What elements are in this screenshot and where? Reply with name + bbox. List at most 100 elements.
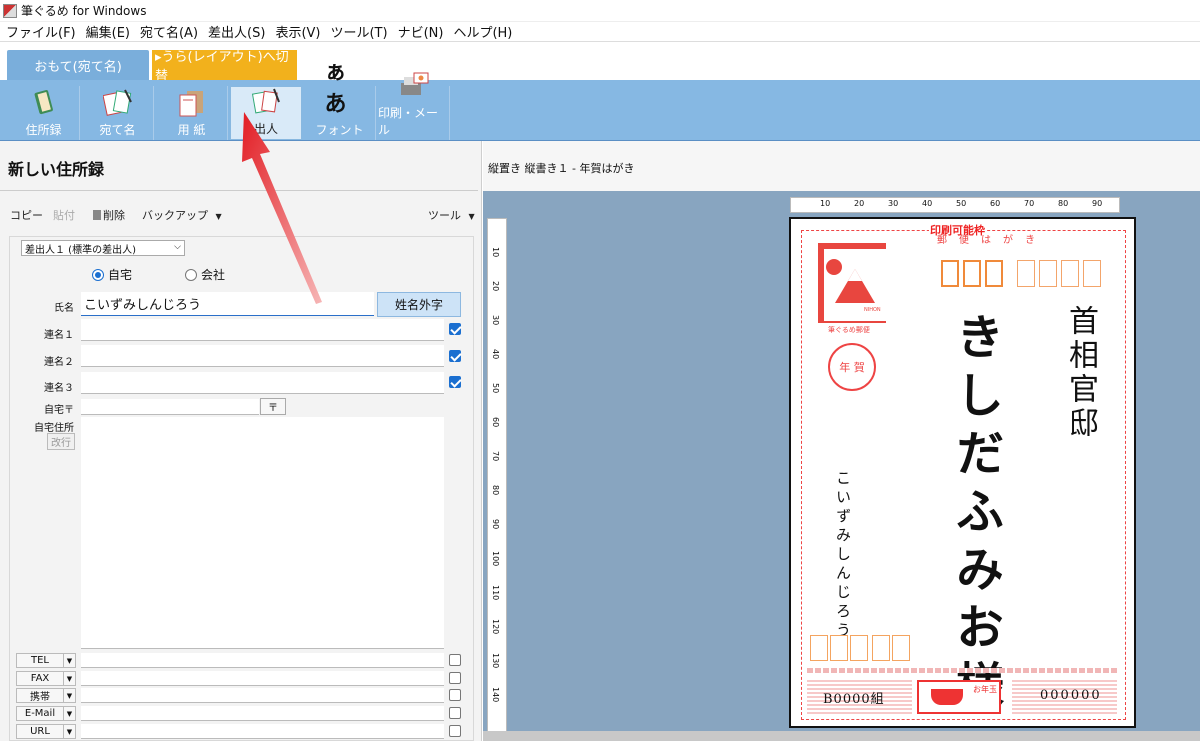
menu-address[interactable]: 宛て名(A) xyxy=(140,22,198,41)
address-label: 自宅住所 xyxy=(34,423,74,434)
toolbar-label: 印刷・メール xyxy=(378,106,439,137)
contact-type-mobile[interactable]: 携帯 ▼ xyxy=(16,688,76,703)
contact-email-input[interactable] xyxy=(81,706,444,721)
chevron-down-icon: ▼ xyxy=(63,689,75,702)
ruler-tick: 50 xyxy=(491,383,500,394)
zip-lookup-button[interactable]: 〒 xyxy=(260,398,286,415)
joint-name-1-input[interactable] xyxy=(81,319,444,341)
ruler-tick: 10 xyxy=(491,247,500,258)
lottery-area: B0000組 お年玉 000000 xyxy=(807,668,1117,716)
gaiji-button[interactable]: 姓名外字 xyxy=(377,292,461,317)
toolbar-address-button[interactable]: 宛て名 xyxy=(82,86,154,140)
lottery-number: 000000 xyxy=(1040,688,1102,703)
menu-file[interactable]: ファイル(F) xyxy=(6,22,76,41)
toolbar-print-mail-button[interactable]: 印刷・メール xyxy=(378,72,450,140)
ruler-tick: 20 xyxy=(491,281,500,292)
delete-button[interactable]: 削除 xyxy=(93,207,125,223)
contact-fax-checkbox[interactable] xyxy=(449,672,461,684)
contact-mobile-checkbox[interactable] xyxy=(449,689,461,701)
horizontal-ruler: 10 20 30 40 50 60 70 80 90 xyxy=(790,197,1120,213)
chevron-down-icon: ▼ xyxy=(63,672,75,685)
menu-help[interactable]: ヘルプ(H) xyxy=(453,22,512,41)
ruler-tick: 70 xyxy=(1024,199,1035,208)
menu-navi[interactable]: ナビ(N) xyxy=(398,22,444,41)
ruler-tick: 110 xyxy=(491,585,500,601)
chevron-down-icon: ⌵ xyxy=(174,242,181,252)
contact-url-input[interactable] xyxy=(81,724,444,739)
name-input[interactable]: こいずみしんじろう xyxy=(81,292,374,316)
recipient-name[interactable]: きしだふみお様 xyxy=(940,312,1010,718)
contact-type-fax[interactable]: FAX ▼ xyxy=(16,671,76,686)
toolbar-label: フォント xyxy=(315,123,364,137)
delete-label: 削除 xyxy=(103,209,125,222)
ruler-tick: 80 xyxy=(1058,199,1069,208)
title-bar: 筆ぐるめ for Windows xyxy=(0,0,1200,22)
contact-url-checkbox[interactable] xyxy=(449,725,461,737)
radio-company[interactable]: 会社 xyxy=(185,266,225,283)
copy-button[interactable]: コピー xyxy=(10,207,43,223)
tab-back-switch[interactable]: ▸うら(レイアウト)へ切替 xyxy=(152,50,297,84)
joint-name-2-input[interactable] xyxy=(81,345,444,367)
contact-type-label: E-Mail xyxy=(24,708,56,719)
contact-fax-input[interactable] xyxy=(81,671,444,686)
toolbar-font-button[interactable]: ぁあ フォント xyxy=(304,60,376,140)
ruler-tick: 90 xyxy=(1092,199,1103,208)
ruler-tick: 60 xyxy=(990,199,1001,208)
address-textarea[interactable] xyxy=(81,417,444,649)
stamp: NIHON xyxy=(818,243,886,323)
address-book-icon xyxy=(29,88,59,118)
sender-select[interactable]: 差出人１ (標準の差出人) ⌵ xyxy=(21,240,185,256)
sender-icon xyxy=(251,87,281,117)
newline-button[interactable]: 改行 xyxy=(47,433,75,450)
sender-zip-box xyxy=(850,635,868,661)
menu-edit[interactable]: 編集(E) xyxy=(86,22,130,41)
menu-view[interactable]: 表示(V) xyxy=(275,22,320,41)
contact-type-url[interactable]: URL ▼ xyxy=(16,724,76,739)
zip-box xyxy=(941,260,959,287)
window-title: 筆ぐるめ for Windows xyxy=(21,4,147,18)
toolbar-sender-button[interactable]: 出人 xyxy=(230,86,302,140)
paste-button[interactable]: 貼付 xyxy=(53,207,75,223)
sender-zip-box xyxy=(810,635,828,661)
zip-box xyxy=(1039,260,1057,287)
contact-email-checkbox[interactable] xyxy=(449,707,461,719)
tool-label: ツール xyxy=(428,209,461,222)
contact-tel-input[interactable] xyxy=(81,653,444,668)
contact-type-email[interactable]: E-Mail ▼ xyxy=(16,706,76,721)
radio-home-label: 自宅 xyxy=(108,268,133,282)
ruler-tick: 70 xyxy=(491,451,500,462)
menu-sender[interactable]: 差出人(S) xyxy=(208,22,265,41)
tool-menu-button[interactable]: ツール ▼ xyxy=(428,207,475,223)
zip-box xyxy=(963,260,981,287)
paper-icon xyxy=(177,88,207,118)
toolbar-label: 出人 xyxy=(253,122,278,136)
postmark: 年 賀 xyxy=(828,343,876,391)
tab-front[interactable]: おもて(宛て名) xyxy=(7,50,149,81)
backup-button[interactable]: バックアップ ▼ xyxy=(142,207,222,223)
contact-type-tel[interactable]: TEL ▼ xyxy=(16,653,76,668)
toolbar-address-book-button[interactable]: 住所録 xyxy=(8,86,80,140)
toolbar-label: 宛て名 xyxy=(99,123,136,137)
printer-mail-icon xyxy=(399,71,429,101)
sender-zip-box xyxy=(892,635,910,661)
zip-box xyxy=(985,260,1003,287)
menu-tools[interactable]: ツール(T) xyxy=(330,22,387,41)
contact-mobile-input[interactable] xyxy=(81,688,444,703)
joint-name-2-checkbox[interactable] xyxy=(449,350,461,362)
address-book-title: 新しい住所録 xyxy=(8,160,105,179)
sender-zip-box xyxy=(872,635,890,661)
joint-name-3-checkbox[interactable] xyxy=(449,376,461,388)
sender-name-preview[interactable]: こいずみしんじろう xyxy=(833,470,854,641)
zip-input[interactable] xyxy=(81,399,259,415)
zip-box xyxy=(1061,260,1079,287)
chevron-down-icon: ▼ xyxy=(63,725,75,738)
joint-name-3-input[interactable] xyxy=(81,372,444,394)
toolbar-label: 住所録 xyxy=(25,123,62,137)
chevron-down-icon: ▼ xyxy=(63,707,75,720)
recipient-address[interactable]: 首相官邸 xyxy=(1058,305,1102,441)
toolbar-paper-button[interactable]: 用 紙 xyxy=(156,86,228,140)
page-tabs[interactable] xyxy=(483,731,1200,741)
joint-name-1-checkbox[interactable] xyxy=(449,323,461,335)
radio-home[interactable]: 自宅 xyxy=(92,266,132,283)
contact-tel-checkbox[interactable] xyxy=(449,654,461,666)
